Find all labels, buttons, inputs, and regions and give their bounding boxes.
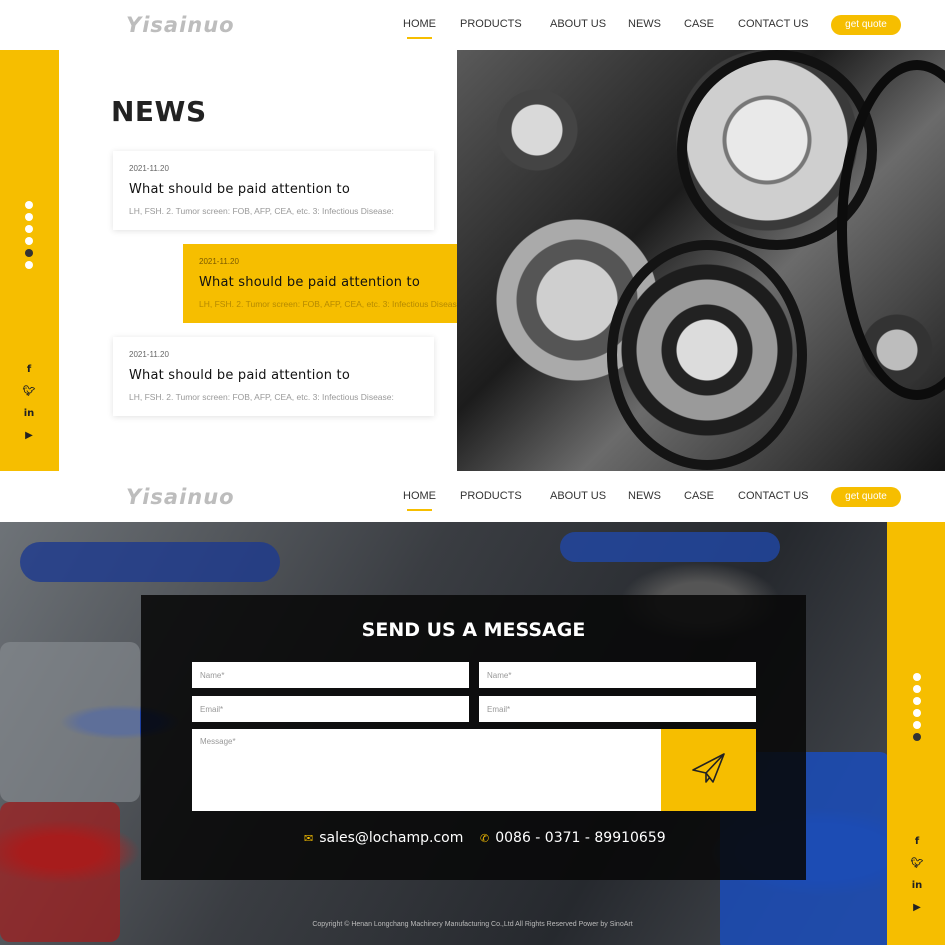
twitter-icon[interactable]: 🐦︎ — [910, 857, 924, 879]
phone-text[interactable]: 0086 - 0371 - 89910659 — [495, 830, 665, 846]
pager-dot[interactable] — [25, 225, 33, 233]
pager-dot[interactable] — [913, 673, 921, 681]
news-desc: LH, FSH. 2. Tumor screen: FOB, AFP, CEA,… — [129, 392, 394, 402]
twitter-icon[interactable]: 🐦︎ — [22, 385, 36, 407]
nav-home[interactable]: HOME — [403, 490, 436, 511]
news-title[interactable]: What should be paid attention to — [199, 275, 487, 290]
news-card[interactable]: 2021-11.20 What should be paid attention… — [113, 337, 434, 416]
youtube-icon[interactable]: ▶ — [22, 429, 36, 451]
paper-plane-icon — [692, 753, 725, 783]
news-date: 2021-11.20 — [129, 350, 169, 359]
top-header: Yisainuo HOME PRODUCTS ABOUT US NEWS CAS… — [0, 0, 945, 50]
phone-icon: ✆ — [480, 832, 490, 845]
news-date: 2021-11.20 — [129, 164, 169, 173]
get-quote-button[interactable]: get quote — [831, 487, 901, 507]
nav-case[interactable]: CASE — [684, 490, 714, 502]
social-links-bottom: f 🐦︎ in ▶ — [910, 835, 924, 923]
nav-about-us[interactable]: ABOUT US — [550, 490, 606, 502]
brand-logo[interactable]: Yisainuo — [126, 485, 235, 509]
nav-news[interactable]: NEWS — [628, 490, 661, 502]
brand-logo[interactable]: Yisainuo — [126, 13, 235, 37]
contact-phone[interactable]: ✆ 0086 - 0371 - 89910659 — [480, 830, 666, 846]
name-field[interactable]: Name* — [192, 662, 469, 688]
copyright-text: Copyright © Henan Longchang Machinery Ma… — [312, 921, 633, 928]
message-field[interactable]: Message* — [192, 729, 661, 811]
contact-email[interactable]: ✉ sales@lochamp.com — [304, 830, 463, 846]
nav-case[interactable]: CASE — [684, 18, 714, 30]
facebook-icon[interactable]: f — [910, 835, 924, 857]
pager-dot-active[interactable] — [913, 733, 921, 741]
news-desc: LH, FSH. 2. Tumor screen: FOB, AFP, CEA,… — [199, 299, 464, 309]
pager-dot[interactable] — [913, 709, 921, 717]
nav-about-us[interactable]: ABOUT US — [550, 18, 606, 30]
nav-products[interactable]: PRODUCTS — [460, 490, 522, 502]
news-heading: NEWS — [111, 95, 207, 128]
linkedin-icon[interactable]: in — [22, 407, 36, 429]
news-desc: LH, FSH. 2. Tumor screen: FOB, AFP, CEA,… — [129, 206, 394, 216]
nav-contact-us[interactable]: CONTACT US — [738, 18, 809, 30]
news-title[interactable]: What should be paid attention to — [129, 368, 418, 383]
pager-dot[interactable] — [25, 261, 33, 269]
news-card[interactable]: 2021-11.20 What should be paid attention… — [113, 151, 434, 230]
section-pager-top — [25, 201, 33, 273]
facebook-icon[interactable]: f — [22, 363, 36, 385]
second-header: Yisainuo HOME PRODUCTS ABOUT US NEWS CAS… — [0, 472, 945, 522]
section-pager-bottom — [913, 673, 921, 745]
email-field[interactable]: Email* — [192, 696, 469, 722]
name-field-2[interactable]: Name* — [479, 662, 756, 688]
mail-icon: ✉ — [304, 832, 314, 845]
nav-products[interactable]: PRODUCTS — [460, 18, 522, 30]
pager-dot[interactable] — [25, 201, 33, 209]
send-button[interactable] — [661, 729, 756, 811]
youtube-icon[interactable]: ▶ — [910, 901, 924, 923]
engine-photo — [457, 50, 945, 471]
email-field-2[interactable]: Email* — [479, 696, 756, 722]
contact-heading: SEND US A MESSAGE — [361, 619, 586, 641]
pager-dot[interactable] — [913, 721, 921, 729]
nav-news[interactable]: NEWS — [628, 18, 661, 30]
pager-dot[interactable] — [913, 685, 921, 693]
linkedin-icon[interactable]: in — [910, 879, 924, 901]
news-card-highlighted[interactable]: 2021-11.20 What should be paid attention… — [183, 244, 503, 323]
email-text[interactable]: sales@lochamp.com — [319, 830, 463, 846]
get-quote-button[interactable]: get quote — [831, 15, 901, 35]
pager-dot-active[interactable] — [25, 249, 33, 257]
social-links-top: f 🐦︎ in ▶ — [22, 363, 36, 451]
news-title[interactable]: What should be paid attention to — [129, 182, 418, 197]
pager-dot[interactable] — [913, 697, 921, 705]
nav-home[interactable]: HOME — [403, 18, 436, 39]
nav-contact-us[interactable]: CONTACT US — [738, 490, 809, 502]
news-date: 2021-11.20 — [199, 257, 239, 266]
pager-dot[interactable] — [25, 237, 33, 245]
pager-dot[interactable] — [25, 213, 33, 221]
